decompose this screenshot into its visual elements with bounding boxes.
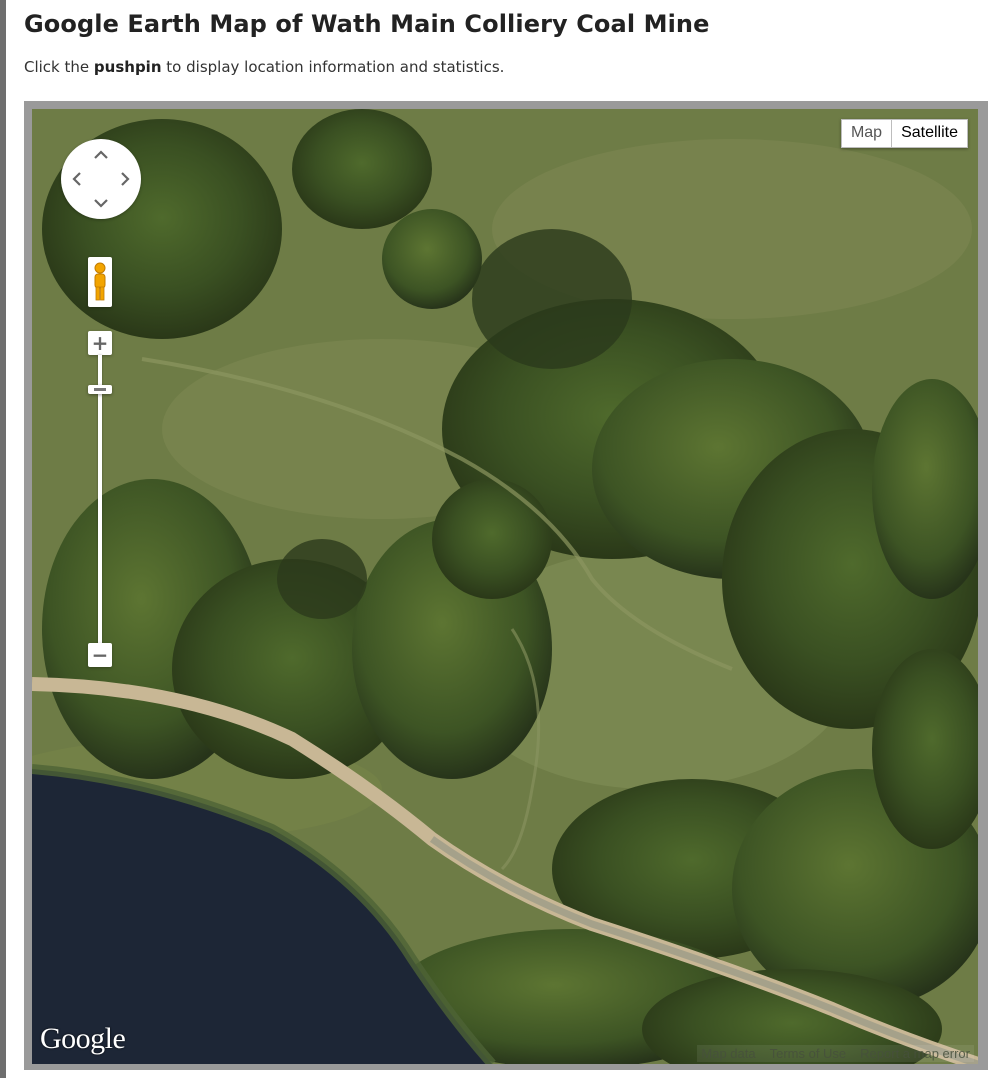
subtitle-pushpin-word: pushpin xyxy=(93,58,162,76)
map-type-control: Map Satellite xyxy=(840,119,968,148)
map-frame: Map Satellite + − Google Map data Terms … xyxy=(24,101,988,1070)
pan-up-icon[interactable] xyxy=(91,145,111,165)
pan-right-icon[interactable] xyxy=(115,169,135,189)
pan-down-icon[interactable] xyxy=(91,193,111,213)
terms-of-use-link[interactable]: Terms of Use xyxy=(770,1046,847,1061)
subtitle-text-after: to display location information and stat… xyxy=(166,58,505,76)
zoom-slider-thumb[interactable] xyxy=(88,385,112,394)
page: Google Earth Map of Wath Main Colliery C… xyxy=(6,0,1000,1078)
google-logo: Google xyxy=(40,1022,126,1055)
page-subtitle: Click the pushpin to display location in… xyxy=(24,58,504,76)
zoom-out-button[interactable]: − xyxy=(88,643,112,667)
page-title: Google Earth Map of Wath Main Colliery C… xyxy=(24,10,710,38)
zoom-slider-track[interactable] xyxy=(98,355,102,645)
report-map-error-link[interactable]: Report a map error xyxy=(860,1046,970,1061)
map-type-satellite-button[interactable]: Satellite xyxy=(892,119,968,148)
pan-control xyxy=(61,139,141,219)
satellite-imagery xyxy=(32,109,978,1064)
satellite-map[interactable]: Map Satellite + − Google Map data Terms … xyxy=(32,109,978,1064)
subtitle-text-before: Click the xyxy=(24,58,90,76)
pegman-icon[interactable] xyxy=(88,257,112,307)
zoom-in-button[interactable]: + xyxy=(88,331,112,355)
map-type-map-button[interactable]: Map xyxy=(840,119,893,148)
map-data-link[interactable]: Map data xyxy=(701,1046,755,1061)
pan-left-icon[interactable] xyxy=(67,169,87,189)
map-footer: Map data Terms of Use Report a map error xyxy=(697,1045,974,1062)
